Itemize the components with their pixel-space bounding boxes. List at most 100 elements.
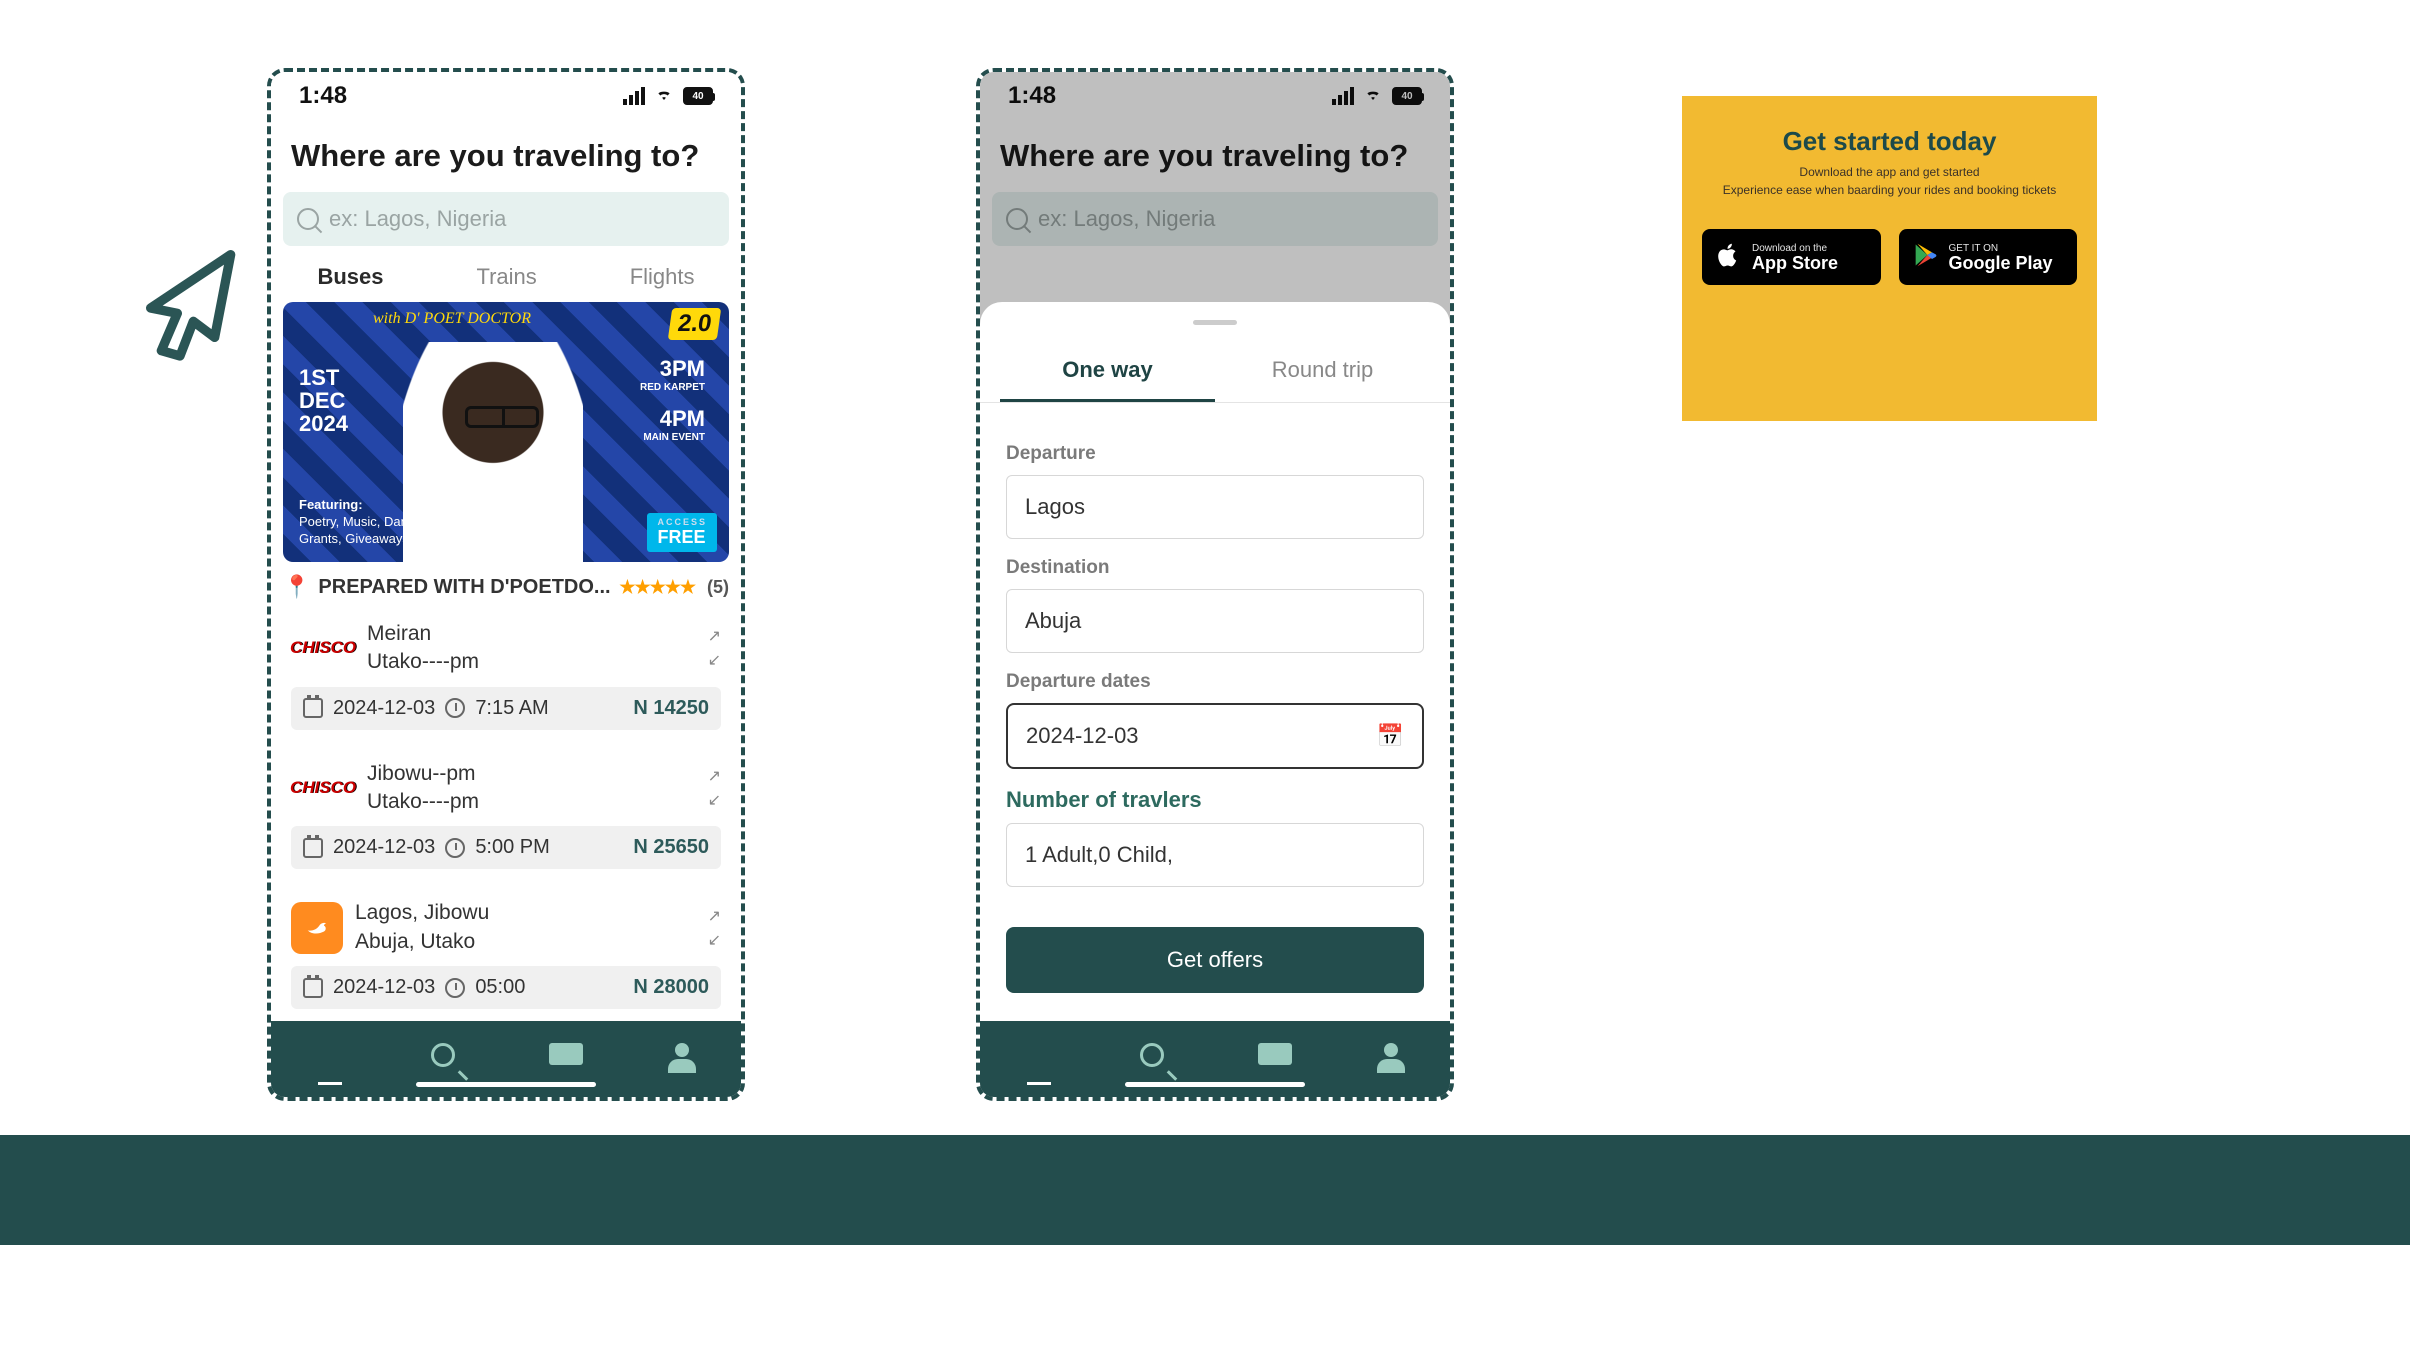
event-title-row[interactable]: 📍 PREPARED WITH D'POETDO... ★★★★★ (5) xyxy=(283,574,729,600)
expand-arrows-icon: ↗↙ xyxy=(708,626,721,670)
app-store-button[interactable]: Download on theApp Store xyxy=(1702,229,1881,285)
footer-strip xyxy=(0,1135,2410,1245)
signal-icon xyxy=(1332,87,1354,105)
promo-date-month: DEC xyxy=(299,389,348,412)
travelers-field[interactable]: 1 Adult,0 Child, xyxy=(1006,823,1424,887)
departure-field[interactable]: Lagos xyxy=(1006,475,1424,539)
expand-arrows-icon: ↗↙ xyxy=(708,906,721,950)
route-to: Utako----pm xyxy=(367,648,479,676)
calendar-icon xyxy=(303,838,323,858)
label-travelers: Number of travlers xyxy=(1006,787,1424,813)
date-value: 2024-12-03 xyxy=(1026,723,1139,749)
status-time: 1:48 xyxy=(299,82,347,110)
route-from: Meiran xyxy=(367,620,479,648)
search-icon xyxy=(1006,208,1028,230)
status-time: 1:48 xyxy=(1008,82,1056,110)
page-title: Where are you traveling to? xyxy=(980,120,1450,192)
route-item[interactable]: CHISCO Meiran Utako----pm ↗↙ 2024-12-03 … xyxy=(279,610,733,740)
promo-date-year: 2024 xyxy=(299,412,348,435)
route-date: 2024-12-03 xyxy=(333,697,435,720)
route-price: N 28000 xyxy=(633,976,709,999)
nav-search-icon[interactable] xyxy=(431,1043,463,1075)
route-to: Abuja, Utako xyxy=(355,928,489,956)
label-departure: Departure xyxy=(1006,443,1424,465)
destination-field[interactable]: Abuja xyxy=(1006,589,1424,653)
search-input[interactable]: ex: Lagos, Nigeria xyxy=(992,192,1438,246)
calendar-icon xyxy=(303,698,323,718)
battery-icon: 40 xyxy=(683,87,713,105)
card-title: Get started today xyxy=(1702,126,2077,157)
route-to: Utako----pm xyxy=(367,788,479,816)
tab-one-way[interactable]: One way xyxy=(1000,341,1215,402)
promo-access-badge: FREE xyxy=(647,513,717,552)
route-time: 7:15 AM xyxy=(475,697,548,720)
google-play-icon xyxy=(1911,241,1939,274)
status-bar: 1:48 40 xyxy=(980,72,1450,120)
nav-profile-icon[interactable] xyxy=(666,1043,698,1075)
calendar-icon xyxy=(303,978,323,998)
cursor-arrow-icon xyxy=(110,244,250,364)
route-price: N 14250 xyxy=(633,697,709,720)
promo-date: 1ST DEC 2024 xyxy=(299,366,348,435)
transport-tabs: Buses Trains Flights xyxy=(271,246,741,302)
nav-home-icon[interactable] xyxy=(1023,1043,1055,1075)
get-started-card: Get started today Download the app and g… xyxy=(1682,96,2097,421)
route-date: 2024-12-03 xyxy=(333,836,435,859)
route-time: 05:00 xyxy=(475,976,525,999)
nav-ticket-icon[interactable] xyxy=(1258,1043,1290,1075)
home-indicator xyxy=(416,1082,596,1087)
home-indicator xyxy=(1125,1082,1305,1087)
signal-icon xyxy=(623,87,645,105)
route-from: Jibowu--pm xyxy=(367,760,479,788)
clock-icon xyxy=(445,838,465,858)
tab-flights[interactable]: Flights xyxy=(630,264,695,290)
card-subtitle: Download the app and get started Experie… xyxy=(1702,163,2077,199)
wifi-icon xyxy=(1362,83,1384,109)
google-play-button[interactable]: GET IT ONGoogle Play xyxy=(1899,229,2078,285)
rating-stars-icon: ★★★★★ xyxy=(619,577,695,598)
search-icon xyxy=(297,208,319,230)
date-field[interactable]: 2024-12-03 📅 xyxy=(1006,703,1424,769)
nav-ticket-icon[interactable] xyxy=(549,1043,581,1075)
promo-date-day: 1ST xyxy=(299,366,348,389)
route-item[interactable]: Lagos, Jibowu Abuja, Utako ↗↙ 2024-12-03… xyxy=(279,889,733,1019)
route-time: 5:00 PM xyxy=(475,836,549,859)
location-pin-icon: 📍 xyxy=(283,574,310,600)
operator-logo xyxy=(291,902,343,954)
route-from: Lagos, Jibowu xyxy=(355,899,489,927)
search-placeholder: ex: Lagos, Nigeria xyxy=(1038,206,1215,232)
status-bar: 1:48 40 xyxy=(271,72,741,120)
tab-round-trip[interactable]: Round trip xyxy=(1215,341,1430,402)
operator-logo: CHISCO xyxy=(291,633,355,663)
nav-profile-icon[interactable] xyxy=(1375,1043,1407,1075)
wifi-icon xyxy=(653,83,675,109)
route-date: 2024-12-03 xyxy=(333,976,435,999)
promo-time2: 4PMMAIN EVENT xyxy=(643,406,705,443)
search-input[interactable]: ex: Lagos, Nigeria xyxy=(283,192,729,246)
get-offers-button[interactable]: Get offers xyxy=(1006,927,1424,993)
promo-featuring: Featuring:Poetry, Music, Dance, Grants, … xyxy=(299,497,449,548)
clock-icon xyxy=(445,698,465,718)
promo-time1: 3PMRED KARPET xyxy=(640,356,705,393)
tab-buses[interactable]: Buses xyxy=(317,264,383,290)
trip-type-tabs: One way Round trip xyxy=(980,341,1450,403)
label-dates: Departure dates xyxy=(1006,671,1424,693)
route-item[interactable]: CHISCO Jibowu--pm Utako----pm ↗↙ 2024-12… xyxy=(279,750,733,880)
expand-arrows-icon: ↗↙ xyxy=(708,766,721,810)
grabber-handle[interactable] xyxy=(1193,320,1237,325)
phone-search-sheet: 1:48 40 Where are you traveling to? ex: … xyxy=(976,68,1454,1101)
nav-search-icon[interactable] xyxy=(1140,1043,1172,1075)
tab-trains[interactable]: Trains xyxy=(476,264,536,290)
apple-icon xyxy=(1714,241,1742,274)
promo-subtitle: with D' POET DOCTOR xyxy=(373,310,531,328)
nav-home-icon[interactable] xyxy=(314,1043,346,1075)
promo-banner[interactable]: with D' POET DOCTOR 2.0 1ST DEC 2024 3PM… xyxy=(283,302,729,562)
clock-icon xyxy=(445,978,465,998)
label-destination: Destination xyxy=(1006,557,1424,579)
calendar-icon: 📅 xyxy=(1377,723,1404,749)
page-title: Where are you traveling to? xyxy=(271,120,741,192)
search-placeholder: ex: Lagos, Nigeria xyxy=(329,206,506,232)
route-price: N 25650 xyxy=(633,836,709,859)
phone-home: 1:48 40 Where are you traveling to? ex: … xyxy=(267,68,745,1101)
operator-logo: CHISCO xyxy=(291,773,355,803)
